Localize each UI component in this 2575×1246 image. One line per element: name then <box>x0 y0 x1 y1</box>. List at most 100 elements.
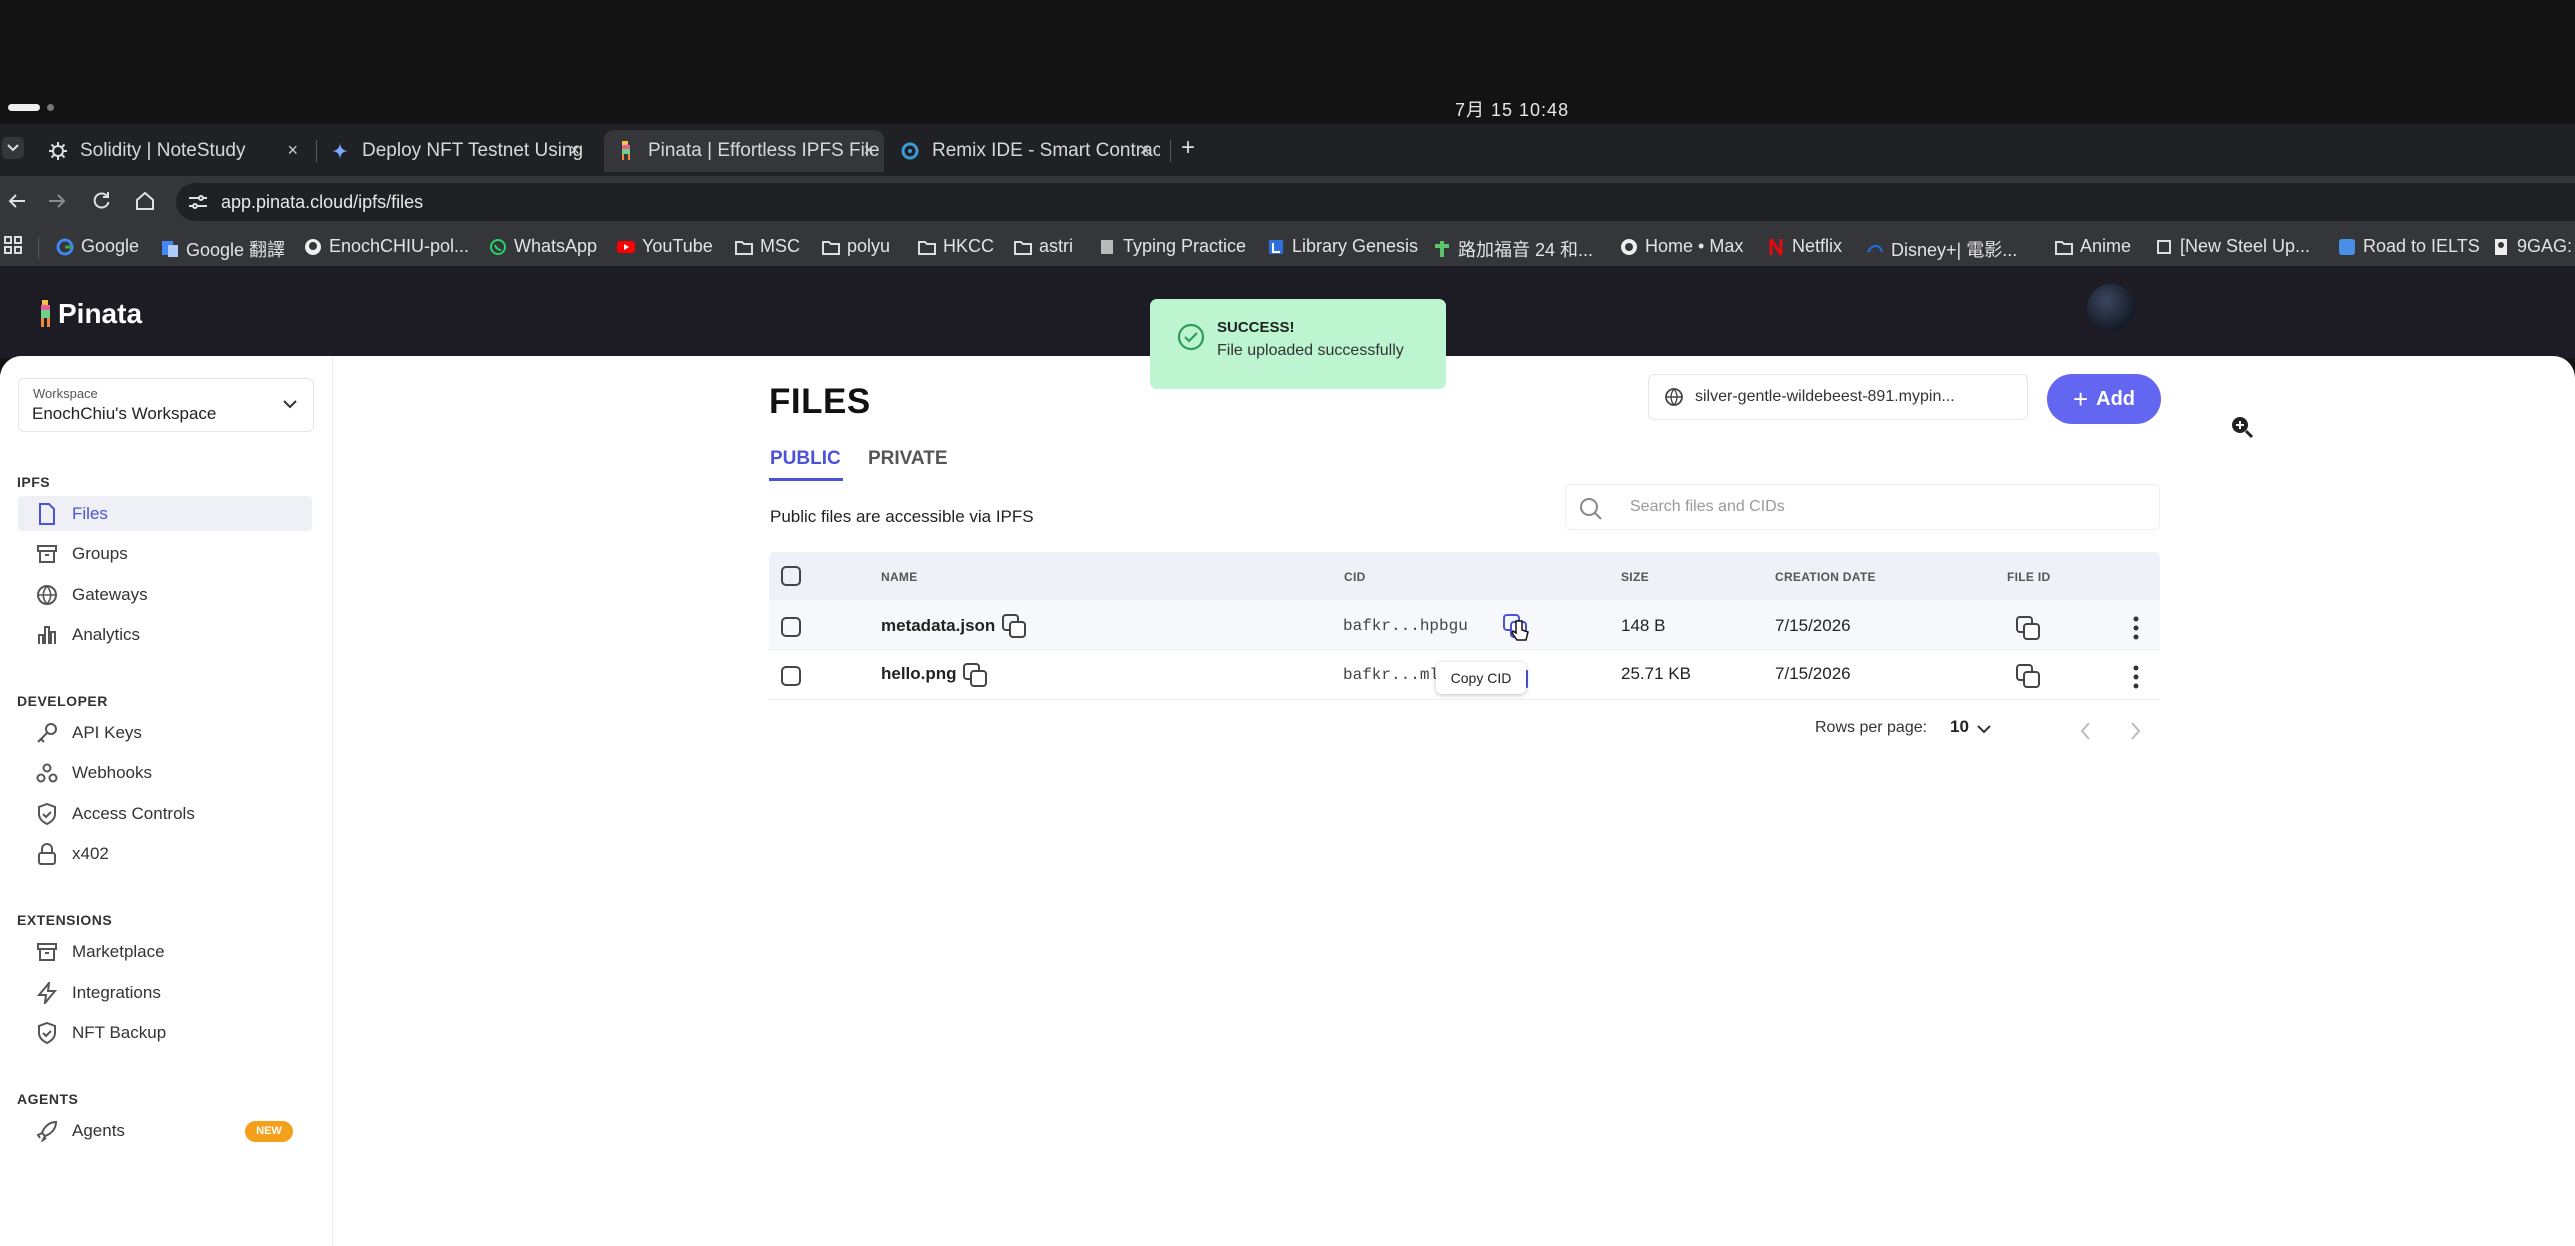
column-name[interactable]: NAME <box>881 570 918 584</box>
back-icon[interactable] <box>6 190 28 212</box>
shield-check-icon <box>36 1021 58 1044</box>
folder-icon <box>1014 238 1032 256</box>
pinata-logo-text: Pinata <box>58 298 143 329</box>
sidebar-item-integrations[interactable]: Integrations <box>18 975 312 1010</box>
omnibox[interactable] <box>176 183 2575 221</box>
copy-icon[interactable] <box>963 663 989 689</box>
tab-close-icon[interactable]: × <box>287 140 298 161</box>
copy-icon[interactable] <box>1002 614 1028 640</box>
user-avatar[interactable] <box>2087 284 2135 332</box>
search-input[interactable]: Search files and CIDs <box>1630 498 1785 516</box>
bookmark-library-genesis[interactable]: Library Genesis <box>1267 236 1418 257</box>
search-box[interactable]: Search files and CIDs <box>1565 484 2160 530</box>
next-page-icon[interactable] <box>2129 721 2141 741</box>
copy-cid-tooltip: Copy CID <box>1436 662 1526 694</box>
tab-close-icon[interactable]: × <box>1139 140 1150 161</box>
workspace-selector[interactable]: Workspace EnochChiu's Workspace <box>18 378 314 432</box>
bookmark-bible[interactable]: 路加福音 24 和... <box>1433 236 1593 262</box>
bookmark-netflix[interactable]: Netflix <box>1767 236 1842 257</box>
sidebar-item-groups[interactable]: Groups <box>18 536 312 571</box>
select-all-checkbox[interactable] <box>781 566 801 586</box>
tab-close-icon[interactable]: × <box>569 140 580 161</box>
bookmark-folder-hkcc[interactable]: HKCC <box>918 236 994 257</box>
ielts-icon <box>2338 238 2356 256</box>
system-clock: 7月 15 10:48 <box>1455 100 1570 120</box>
bookmark-max[interactable]: Home • Max <box>1620 236 1743 257</box>
sidebar-section-extensions: EXTENSIONS <box>17 912 113 928</box>
bookmark-folder-anime[interactable]: Anime <box>2055 236 2131 257</box>
gateway-name: silver-gentle-wildebeest-891.mypin... <box>1695 388 1955 405</box>
tab-search-icon[interactable] <box>2 137 24 159</box>
bookmark-whatsapp[interactable]: WhatsApp <box>489 236 597 257</box>
zoom-in-icon[interactable] <box>2230 415 2254 439</box>
bookmark-youtube[interactable]: YouTube <box>617 236 713 257</box>
webhook-icon <box>36 762 58 784</box>
bookmark-google-translate[interactable]: Google 翻譯 <box>161 236 285 262</box>
file-name[interactable]: hello.png <box>881 664 957 684</box>
sidebar-item-webhooks[interactable]: Webhooks <box>18 755 312 790</box>
sidebar-item-analytics[interactable]: Analytics <box>18 617 312 652</box>
folder-icon <box>735 238 753 256</box>
tab-pinata[interactable]: Pinata | Effortless IPFS File × <box>604 130 884 172</box>
pinata-logo[interactable]: Pinata <box>38 298 142 330</box>
plus-icon: + <box>2072 383 2089 414</box>
row-checkbox[interactable] <box>781 666 801 686</box>
url-text[interactable]: app.pinata.cloud/ipfs/files <box>221 192 423 213</box>
bookmark-folder-msc[interactable]: MSC <box>735 236 800 257</box>
gemini-favicon-icon <box>330 141 350 161</box>
bookmark-ielts[interactable]: Road to IELTS <box>2338 236 2480 257</box>
sidebar-section-agents: AGENTS <box>17 1091 79 1107</box>
file-name[interactable]: metadata.json <box>881 616 995 636</box>
apps-icon[interactable] <box>4 236 22 254</box>
more-vertical-icon[interactable] <box>2132 665 2140 689</box>
sidebar-item-access-controls[interactable]: Access Controls <box>18 796 312 831</box>
column-size[interactable]: SIZE <box>1621 570 1649 584</box>
bookmark-steel-up[interactable]: [New Steel Up... <box>2155 236 2310 257</box>
tab-public[interactable]: PUBLIC <box>770 448 841 470</box>
file-icon <box>36 502 58 525</box>
column-cid[interactable]: CID <box>1344 570 1366 584</box>
bookmark-folder-polyu[interactable]: polyu <box>822 236 890 257</box>
sidebar-item-files[interactable]: Files <box>18 496 312 531</box>
pinata-logo-icon <box>41 300 50 327</box>
tab-private[interactable]: PRIVATE <box>868 448 948 470</box>
copy-file-id-icon[interactable] <box>2016 664 2042 690</box>
add-button[interactable]: + Add <box>2047 374 2161 424</box>
zap-icon <box>36 981 58 1004</box>
column-creation-date[interactable]: CREATION DATE <box>1775 570 1876 584</box>
more-vertical-icon[interactable] <box>2132 616 2140 640</box>
sidebar-item-gateways[interactable]: Gateways <box>18 577 312 612</box>
workspace-indicator-dot[interactable] <box>47 104 54 111</box>
sidebar-item-x402[interactable]: x402 <box>18 836 312 871</box>
column-file-id[interactable]: FILE ID <box>2007 570 2050 584</box>
tab-solidity[interactable]: Solidity | NoteStudy × <box>36 130 308 172</box>
max-icon <box>1620 238 1638 256</box>
reload-icon[interactable] <box>90 190 112 212</box>
tab-close-icon[interactable]: × <box>863 140 874 161</box>
gateway-selector[interactable]: silver-gentle-wildebeest-891.mypin... <box>1648 374 2028 420</box>
tab-remix[interactable]: Remix IDE - Smart Contract × <box>888 130 1160 172</box>
forward-icon[interactable] <box>46 190 68 212</box>
sidebar-item-api-keys[interactable]: API Keys <box>18 715 312 750</box>
previous-page-icon[interactable] <box>2080 721 2092 741</box>
bookmark-typing-practice[interactable]: Typing Practice <box>1098 236 1246 257</box>
bookmark-google[interactable]: Google <box>56 236 139 257</box>
tab-deploy-nft[interactable]: Deploy NFT Testnet Using × <box>318 130 590 172</box>
toast-message: File uploaded successfully <box>1217 342 1404 359</box>
workspace-indicator[interactable] <box>8 104 40 111</box>
site-info-icon[interactable] <box>187 193 209 211</box>
bookmark-github[interactable]: EnochCHIU-pol... <box>304 236 469 257</box>
bookmark-folder-astri[interactable]: astri <box>1014 236 1073 257</box>
rows-per-page-select[interactable]: 10 <box>1950 717 1991 737</box>
workspace-name: EnochChiu's Workspace <box>32 404 217 423</box>
new-tab-button[interactable]: + <box>1181 134 1195 162</box>
sidebar-item-nft-backup[interactable]: NFT Backup <box>18 1015 312 1050</box>
row-checkbox[interactable] <box>781 617 801 637</box>
tab-title: Remix IDE - Smart Contract <box>932 140 1160 161</box>
file-cid: bafkr...ml <box>1343 666 1440 684</box>
bookmark-disney[interactable]: Disney+| 電影... <box>1866 236 2017 262</box>
home-icon[interactable] <box>134 190 156 212</box>
sidebar-item-marketplace[interactable]: Marketplace <box>18 934 312 969</box>
copy-file-id-icon[interactable] <box>2016 616 2042 642</box>
bookmark-9gag[interactable]: 9GAG: <box>2492 236 2572 257</box>
